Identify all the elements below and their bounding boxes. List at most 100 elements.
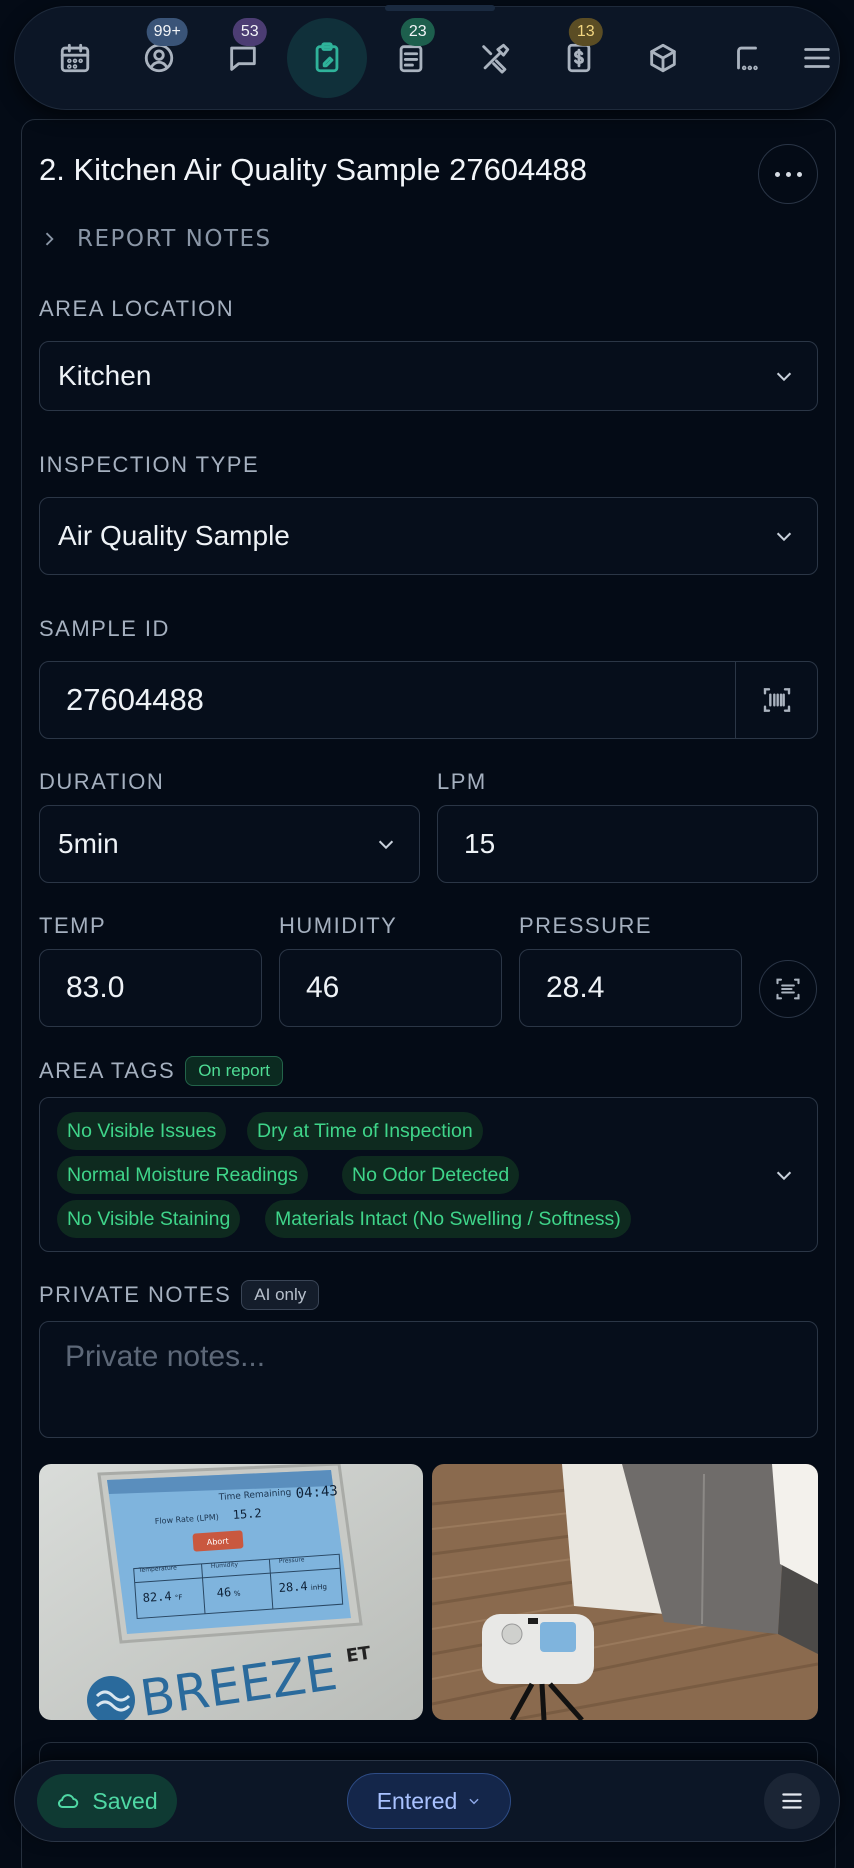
chevron-down-icon	[776, 532, 792, 542]
humidity-input[interactable]: 46	[279, 949, 502, 1027]
nav-tools[interactable]	[453, 16, 537, 100]
duration-value: 5min	[58, 828, 119, 859]
card-title: 2. Kitchen Air Quality Sample 27604488	[39, 152, 588, 187]
area-location-label: AREA LOCATION	[39, 296, 235, 321]
tools-icon	[482, 43, 510, 74]
nav-more-pages[interactable]	[705, 16, 789, 100]
underlying-tab-peek	[385, 5, 495, 11]
screen-time-value: 04:43	[295, 1483, 338, 1502]
inspection-type-label: INSPECTION TYPE	[39, 452, 260, 477]
screen-humidity-unit: %	[234, 1590, 242, 1598]
humidity-label: HUMIDITY	[279, 913, 398, 938]
invoices-count-badge: 13	[568, 18, 603, 46]
lpm-label: LPM	[437, 769, 487, 794]
temp-input[interactable]: 83.0	[39, 949, 262, 1027]
sample-id-input[interactable]: 27604488	[39, 661, 818, 739]
box-icon	[650, 43, 676, 73]
bottom-status-bar: Saved Entered	[14, 1760, 840, 1842]
screen-temp-unit: °F	[175, 1593, 183, 1602]
partial-page-icon	[737, 46, 758, 71]
private-notes-label: PRIVATE NOTES	[39, 1282, 232, 1307]
screen-temp-value: 82.4	[142, 1589, 172, 1605]
barcode-scan-icon	[763, 688, 790, 712]
area-location-select[interactable]: Kitchen	[39, 341, 818, 411]
area-tag[interactable]: Materials Intact (No Swelling / Softness…	[265, 1200, 631, 1238]
nav-reports[interactable]: 23	[369, 16, 453, 100]
messages-count-badge: 53	[232, 18, 267, 46]
status-label: Entered	[376, 1787, 458, 1814]
invoice-dollar-icon	[567, 43, 591, 73]
report-list-icon	[399, 45, 423, 73]
nav-menu[interactable]	[789, 16, 845, 100]
photo-air-sampler-screen[interactable]: Time Remaining 04:43 Flow Rate (LPM) 15.…	[39, 1464, 423, 1720]
hamburger-menu-icon	[782, 1793, 802, 1809]
inspection-type-value: Air Quality Sample	[58, 520, 290, 551]
screen-flow-value: 15.2	[232, 1506, 262, 1522]
chat-icon	[230, 46, 256, 71]
contacts-count-badge: 99+	[146, 18, 188, 46]
pressure-input[interactable]: 28.4	[519, 949, 742, 1027]
chevron-down-icon	[469, 1798, 479, 1805]
area-tags-header: AREA TAGS On report	[39, 1056, 283, 1086]
user-circle-icon	[144, 43, 174, 73]
temp-label: TEMP	[39, 913, 107, 938]
air-sampler-screen-image: Time Remaining 04:43 Flow Rate (LPM) 15.…	[39, 1464, 423, 1720]
photo-air-sampler-kitchen[interactable]	[432, 1464, 818, 1720]
area-tag[interactable]: No Odor Detected	[342, 1156, 520, 1194]
saved-status: Saved	[37, 1774, 177, 1828]
temp-value: 83.0	[66, 971, 125, 1004]
area-tags-multiselect[interactable]: No Visible Issues Dry at Time of Inspect…	[39, 1097, 818, 1252]
scan-readings-button[interactable]	[759, 960, 817, 1018]
dot-icon	[785, 171, 791, 177]
area-location-value: Kitchen	[58, 360, 152, 391]
pressure-label: PRESSURE	[519, 913, 653, 938]
report-notes-toggle[interactable]: REPORT NOTES	[39, 226, 272, 252]
lpm-input[interactable]: 15	[437, 805, 818, 883]
bottom-menu-button[interactable]	[764, 1773, 820, 1829]
nav-invoices[interactable]: 13	[537, 16, 621, 100]
area-tag[interactable]: Normal Moisture Readings	[57, 1156, 308, 1194]
saved-label: Saved	[92, 1787, 158, 1814]
hamburger-menu-icon	[804, 48, 830, 68]
nav-calendar[interactable]	[33, 16, 117, 100]
brand-logo-sup: ET	[345, 1643, 373, 1667]
duration-select[interactable]: 5min	[39, 805, 420, 883]
lpm-value: 15	[464, 828, 496, 859]
on-report-badge: On report	[185, 1056, 283, 1086]
sample-id-label: SAMPLE ID	[39, 616, 170, 641]
calendar-icon	[60, 43, 90, 73]
more-options-button[interactable]	[758, 144, 818, 204]
nav-contacts[interactable]: 99+	[117, 16, 201, 100]
barcode-scan-button[interactable]	[735, 662, 817, 738]
screen-pressure-value: 28.4	[278, 1579, 308, 1595]
area-tag[interactable]: No Visible Staining	[57, 1200, 241, 1238]
status-dropdown[interactable]: Entered	[347, 1773, 511, 1829]
screen-abort-label: Abort	[207, 1536, 229, 1547]
nav-inventory[interactable]	[621, 16, 705, 100]
screen-pressure-unit: inHg	[311, 1583, 328, 1592]
area-tag[interactable]: No Visible Issues	[57, 1112, 227, 1150]
nav-messages[interactable]: 53	[201, 16, 285, 100]
text-scan-icon	[776, 978, 800, 1000]
private-notes-textarea[interactable]: Private notes...	[39, 1321, 818, 1438]
sample-id-value: 27604488	[66, 682, 204, 717]
dot-icon	[796, 171, 802, 177]
duration-label: DURATION	[39, 769, 165, 794]
reports-count-badge: 23	[400, 18, 435, 46]
private-notes-header: PRIVATE NOTES AI only	[39, 1280, 320, 1310]
top-navigation: 99+ 53 23 13	[14, 5, 840, 110]
ai-only-badge: AI only	[241, 1280, 320, 1310]
chevron-down-icon	[378, 840, 394, 850]
screen-humidity-value: 46	[216, 1585, 231, 1600]
inspection-type-select[interactable]: Air Quality Sample	[39, 497, 818, 575]
area-tag[interactable]: Dry at Time of Inspection	[247, 1112, 483, 1150]
clipboard-pen-icon	[315, 42, 339, 73]
nav-inspections[interactable]	[287, 18, 367, 98]
dot-icon	[774, 171, 780, 177]
chevron-down-icon	[776, 1171, 792, 1181]
area-tags-label: AREA TAGS	[39, 1058, 176, 1083]
report-notes-label: REPORT NOTES	[77, 226, 272, 252]
cloud-icon	[58, 1794, 79, 1808]
chevron-down-icon	[776, 372, 792, 382]
air-sampler-kitchen-image	[432, 1464, 818, 1720]
